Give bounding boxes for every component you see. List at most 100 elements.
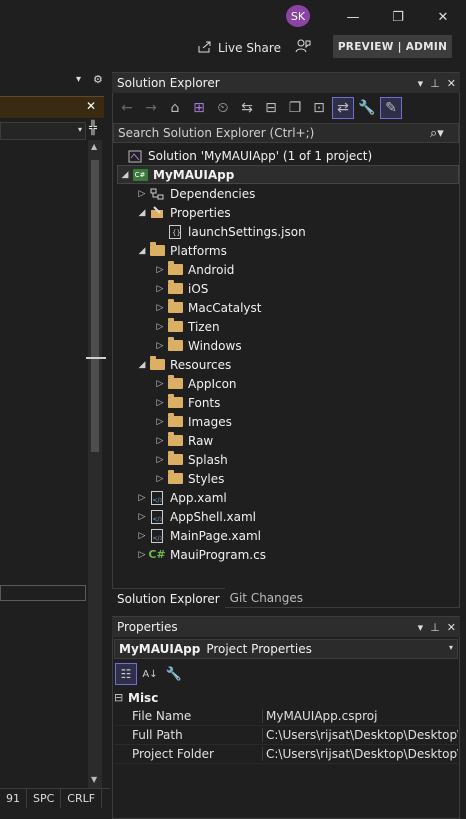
close-window-button[interactable]: ✕ xyxy=(430,6,456,28)
pending-changes-filter-icon[interactable]: ⏲ xyxy=(213,98,233,118)
user-avatar[interactable]: SK xyxy=(286,5,310,27)
tree-item[interactable]: ▷ iOS xyxy=(153,279,208,298)
panel-menu-icon[interactable]: ▾ xyxy=(418,77,424,90)
close-icon[interactable]: ✕ xyxy=(447,77,456,90)
property-value[interactable]: C:\Users\rijsat\Desktop\Desktop\Firs xyxy=(262,728,458,742)
tree-item[interactable]: ◢ Resources xyxy=(135,355,231,374)
tree-item[interactable]: ▷ Tizen xyxy=(153,317,220,336)
collapsed-arrow-icon[interactable]: ▷ xyxy=(153,284,167,294)
collapsed-arrow-icon[interactable]: ▷ xyxy=(153,455,167,465)
tree-item[interactable]: ▷ </> MainPage.xaml xyxy=(135,526,261,545)
tree-item[interactable]: ◢ Platforms xyxy=(135,241,227,260)
collapsed-arrow-icon[interactable]: ▷ xyxy=(135,531,149,541)
minimize-button[interactable]: — xyxy=(340,6,366,28)
collapsed-arrow-icon[interactable]: ▷ xyxy=(153,417,167,427)
close-icon[interactable]: ✕ xyxy=(447,621,456,634)
preview-toggle-icon[interactable]: ✎ xyxy=(380,97,402,119)
collapsed-arrow-icon[interactable]: ▷ xyxy=(153,322,167,332)
live-share-button[interactable]: Live Share xyxy=(198,38,281,58)
property-row[interactable]: Project Folder C:\Users\rijsat\Desktop\D… xyxy=(114,745,458,764)
expanded-arrow-icon[interactable]: ◢ xyxy=(135,246,149,256)
tree-item[interactable]: ▷ </> AppShell.xaml xyxy=(135,507,256,526)
restore-button[interactable]: ❐ xyxy=(385,6,411,28)
tree-item[interactable]: ▷ Splash xyxy=(153,450,228,469)
properties-wrench-icon[interactable]: 🔧 xyxy=(357,98,377,118)
status-line-ending[interactable]: CRLF xyxy=(61,789,103,808)
gear-icon[interactable]: ⚙ xyxy=(93,73,103,86)
collapsed-arrow-icon[interactable]: ▷ xyxy=(135,512,149,522)
collapsed-arrow-icon[interactable]: ▷ xyxy=(153,265,167,275)
alphabetical-icon[interactable]: A↓ xyxy=(140,664,160,684)
splitter-handle[interactable] xyxy=(86,357,106,359)
tree-item[interactable]: ▷ Windows xyxy=(153,336,242,355)
show-all-files-icon[interactable]: ❐ xyxy=(285,98,305,118)
sync-icon[interactable]: ⇆ xyxy=(237,98,257,118)
tab-git-changes[interactable]: Git Changes xyxy=(225,588,308,608)
tree-item[interactable]: ◢ C# MyMAUIApp xyxy=(117,165,459,184)
panel-menu-icon[interactable]: ▾ xyxy=(418,621,424,634)
collapsed-arrow-icon[interactable]: ▷ xyxy=(153,379,167,389)
collapsed-arrow-icon[interactable]: ▷ xyxy=(153,474,167,484)
tree-item[interactable]: ▷ Styles xyxy=(153,469,224,488)
tree-item[interactable]: {} launchSettings.json xyxy=(153,222,306,241)
expanded-arrow-icon[interactable]: ◢ xyxy=(135,360,149,370)
property-row[interactable]: File Name MyMAUIApp.csproj xyxy=(114,707,458,726)
tab-solution-explorer[interactable]: Solution Explorer xyxy=(112,588,225,608)
collapsed-arrow-icon[interactable]: ▷ xyxy=(135,550,149,560)
scroll-down-icon[interactable]: ▼ xyxy=(91,775,97,784)
close-tab-icon[interactable]: ✕ xyxy=(86,99,96,113)
category-row[interactable]: ⊟ Misc xyxy=(114,688,458,707)
scrollbar-thumb[interactable] xyxy=(91,160,99,452)
feedback-icon[interactable] xyxy=(295,38,313,58)
output-box xyxy=(0,585,86,601)
split-icon[interactable]: ╬ xyxy=(89,121,97,136)
status-bar: 91 SPC CRLF xyxy=(0,788,110,808)
tree-item[interactable]: ▷ MacCatalyst xyxy=(153,298,262,317)
expanded-arrow-icon[interactable]: ◢ xyxy=(135,208,149,218)
solution-explorer-title: Solution Explorer ▾ ⊥ ✕ xyxy=(112,73,460,93)
tree-item[interactable]: ▷ Dependencies xyxy=(135,184,256,203)
pin-icon[interactable]: ⊥ xyxy=(430,621,440,634)
collapse-icon[interactable]: ⊟ xyxy=(114,691,128,704)
property-pages-icon[interactable]: 🔧 xyxy=(164,664,184,684)
home-icon[interactable]: ⌂ xyxy=(165,98,185,118)
tree-item[interactable]: ▷ AppIcon xyxy=(153,374,237,393)
property-row[interactable]: Full Path C:\Users\rijsat\Desktop\Deskto… xyxy=(114,726,458,745)
scroll-up-icon[interactable]: ▲ xyxy=(91,142,97,151)
search-input[interactable]: Search Solution Explorer (Ctrl+;) xyxy=(113,123,459,143)
tree-item[interactable]: ▷ Fonts xyxy=(153,393,220,412)
back-icon[interactable]: ← xyxy=(117,98,137,118)
navigation-dropdown[interactable]: ▾ xyxy=(0,122,86,140)
search-icon[interactable]: ⌕▾ xyxy=(430,123,456,143)
property-value[interactable]: C:\Users\rijsat\Desktop\Desktop\Firs xyxy=(262,747,458,761)
categorized-icon[interactable]: ☷ xyxy=(115,663,137,685)
tree-item[interactable]: ◢ Properties xyxy=(135,203,231,222)
collapsed-arrow-icon[interactable]: ▷ xyxy=(153,398,167,408)
forward-icon[interactable]: → xyxy=(141,98,161,118)
status-spacing[interactable]: SPC xyxy=(27,789,62,808)
tree-item[interactable]: ▷ C# MauiProgram.cs xyxy=(135,545,266,564)
collapse-all-icon[interactable]: ⊟ xyxy=(261,98,281,118)
expanded-arrow-icon[interactable]: ◢ xyxy=(118,170,132,180)
pin-icon[interactable]: ⊥ xyxy=(430,77,440,90)
tree-item[interactable]: ▷ Raw xyxy=(153,431,213,450)
status-column[interactable]: 91 xyxy=(0,789,27,808)
solution-node[interactable]: Solution 'MyMAUIApp' (1 of 1 project) xyxy=(127,146,372,165)
tree-item[interactable]: ▷ Images xyxy=(153,412,232,431)
preview-admin-badge[interactable]: PREVIEW | ADMIN xyxy=(333,35,452,58)
switch-views-icon[interactable]: ⊞ xyxy=(189,98,209,118)
tree-item[interactable]: ▷ </> App.xaml xyxy=(135,488,227,507)
pane-menu-icon[interactable]: ▾ xyxy=(76,74,81,85)
svg-text:</>: </> xyxy=(153,535,164,542)
property-value[interactable]: MyMAUIApp.csproj xyxy=(262,709,458,723)
collapsed-arrow-icon[interactable]: ▷ xyxy=(153,436,167,446)
refresh-icon[interactable]: ⊡ xyxy=(309,98,329,118)
object-selector[interactable]: MyMAUIApp Project Properties ▾ xyxy=(114,639,458,659)
panel-title: Properties xyxy=(117,620,178,634)
preview-selected-icon[interactable]: ⇄ xyxy=(332,97,354,119)
collapsed-arrow-icon[interactable]: ▷ xyxy=(153,341,167,351)
tree-item[interactable]: ▷ Android xyxy=(153,260,234,279)
collapsed-arrow-icon[interactable]: ▷ xyxy=(135,493,149,503)
collapsed-arrow-icon[interactable]: ▷ xyxy=(135,189,149,199)
collapsed-arrow-icon[interactable]: ▷ xyxy=(153,303,167,313)
